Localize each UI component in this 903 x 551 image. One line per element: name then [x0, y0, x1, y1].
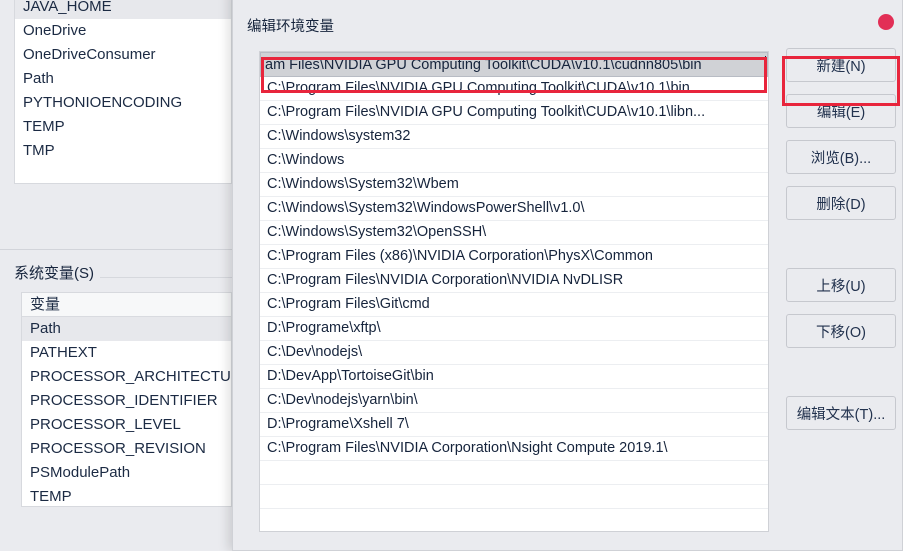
move-down-button[interactable]: 下移(O): [786, 314, 896, 348]
path-edit-input-row[interactable]: [260, 52, 768, 77]
system-variable-name: Path: [30, 320, 61, 337]
path-row[interactable]: C:\Dev\nodejs\yarn\bin\: [260, 389, 768, 413]
path-row-empty[interactable]: [260, 461, 768, 485]
screen: JAVA_HOME OneDrive OneDriveConsumer Path…: [0, 0, 903, 551]
close-icon[interactable]: [878, 14, 894, 30]
system-variables-group-label: 系统变量(S): [14, 262, 100, 283]
browse-button[interactable]: 浏览(B)...: [786, 140, 896, 174]
system-variable-row[interactable]: PROCESSOR_REVISION: [22, 437, 231, 461]
move-up-button[interactable]: 上移(U): [786, 268, 896, 302]
dialog-title: 编辑环境变量: [247, 19, 334, 35]
user-variable-name: JAVA_HOME: [23, 0, 112, 15]
path-row[interactable]: C:\Windows\system32: [260, 125, 768, 149]
path-row[interactable]: C:\Program Files\NVIDIA Corporation\Nsig…: [260, 437, 768, 461]
path-row[interactable]: C:\Program Files\NVIDIA Corporation\NVID…: [260, 269, 768, 293]
path-row[interactable]: C:\Dev\nodejs\: [260, 341, 768, 365]
system-variable-name: PROCESSOR_ARCHITECTURE: [30, 368, 232, 385]
user-variable-row[interactable]: TMP: [15, 139, 231, 163]
path-row[interactable]: D:\DevApp\TortoiseGit\bin: [260, 365, 768, 389]
path-row[interactable]: C:\Program Files\Git\cmd: [260, 293, 768, 317]
system-variable-name: PROCESSOR_REVISION: [30, 440, 206, 457]
system-variable-name: PROCESSOR_IDENTIFIER: [30, 392, 218, 409]
delete-button[interactable]: 删除(D): [786, 186, 896, 220]
path-row[interactable]: C:\Program Files\NVIDIA GPU Computing To…: [260, 77, 768, 101]
system-variable-row[interactable]: PROCESSOR_IDENTIFIER: [22, 389, 231, 413]
user-variable-name: Path: [23, 70, 54, 87]
system-variables-column-header: 变量: [22, 293, 231, 317]
new-button[interactable]: 新建(N): [786, 48, 896, 82]
user-variable-row[interactable]: TEMP: [15, 115, 231, 139]
edit-environment-variable-dialog: 编辑环境变量 C:\Program Files\NVIDIA GPU Compu…: [232, 0, 903, 551]
path-row[interactable]: C:\Windows\System32\OpenSSH\: [260, 221, 768, 245]
system-variable-row[interactable]: TEMP: [22, 485, 231, 506]
system-variables-list[interactable]: 变量 Path PATHEXT PROCESSOR_ARCHITECTURE P…: [21, 292, 232, 507]
user-variables-list[interactable]: JAVA_HOME OneDrive OneDriveConsumer Path…: [14, 0, 232, 184]
edit-text-button[interactable]: 编辑文本(T)...: [786, 396, 896, 430]
path-row[interactable]: C:\Windows\System32\WindowsPowerShell\v1…: [260, 197, 768, 221]
path-row[interactable]: C:\Program Files\NVIDIA GPU Computing To…: [260, 101, 768, 125]
path-edit-input[interactable]: [261, 53, 767, 76]
user-variable-name: TEMP: [23, 118, 65, 135]
user-variable-row[interactable]: Path: [15, 67, 231, 91]
edit-button[interactable]: 编辑(E): [786, 94, 896, 128]
user-variable-name: PYTHONIOENCODING: [23, 94, 183, 111]
system-variable-row[interactable]: PSModulePath: [22, 461, 231, 485]
user-variable-row[interactable]: OneDriveConsumer: [15, 43, 231, 67]
user-variable-name: OneDriveConsumer: [23, 46, 156, 63]
system-variable-row[interactable]: PROCESSOR_LEVEL: [22, 413, 231, 437]
path-row[interactable]: C:\Windows\System32\Wbem: [260, 173, 768, 197]
path-row[interactable]: C:\Windows: [260, 149, 768, 173]
system-variable-row[interactable]: PATHEXT: [22, 341, 231, 365]
system-variable-name: PATHEXT: [30, 344, 97, 361]
user-variable-name: TMP: [23, 142, 55, 159]
system-variable-row[interactable]: Path: [22, 317, 231, 341]
dialog-button-column: 新建(N) 编辑(E) 浏览(B)... 删除(D) 上移(U) 下移(O) 编…: [786, 48, 896, 442]
system-variable-row[interactable]: PROCESSOR_ARCHITECTURE: [22, 365, 231, 389]
text-caret: [765, 56, 766, 74]
path-row-empty[interactable]: [260, 485, 768, 509]
path-row[interactable]: D:\Programe\xftp\: [260, 317, 768, 341]
path-row-empty[interactable]: [260, 509, 768, 531]
system-variable-name: PROCESSOR_LEVEL: [30, 416, 181, 433]
path-row[interactable]: D:\Programe\Xshell 7\: [260, 413, 768, 437]
user-variable-row[interactable]: JAVA_HOME: [15, 0, 231, 19]
path-row[interactable]: C:\Program Files (x86)\NVIDIA Corporatio…: [260, 245, 768, 269]
path-entries-list[interactable]: C:\Program Files\NVIDIA GPU Computing To…: [259, 51, 769, 532]
user-variable-row[interactable]: OneDrive: [15, 19, 231, 43]
system-variable-name: PSModulePath: [30, 464, 131, 481]
user-variable-name: OneDrive: [23, 22, 87, 39]
system-variable-name: TEMP: [30, 488, 72, 505]
user-variable-row[interactable]: PYTHONIOENCODING: [15, 91, 231, 115]
